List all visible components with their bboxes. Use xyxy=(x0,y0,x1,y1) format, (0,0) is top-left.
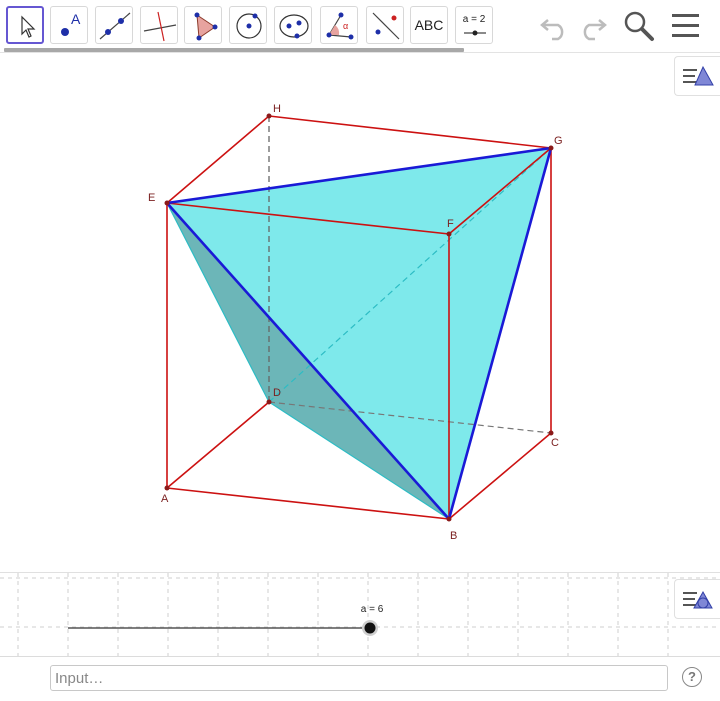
label-D: D xyxy=(273,387,281,399)
point-icon xyxy=(61,28,69,36)
polygon-icon xyxy=(194,12,218,41)
2d-style-bar-toggle[interactable] xyxy=(674,579,720,619)
text-tool-label: ABC xyxy=(414,17,444,33)
point-G[interactable] xyxy=(548,145,554,151)
angle-icon xyxy=(326,12,354,40)
point-B[interactable] xyxy=(446,516,452,522)
label-H: H xyxy=(273,103,281,115)
menu-icon[interactable] xyxy=(670,11,702,41)
point-F[interactable] xyxy=(446,231,452,237)
move-tool-button[interactable] xyxy=(6,6,44,44)
point-tool-label: A xyxy=(71,11,81,27)
point-E[interactable] xyxy=(164,200,170,206)
label-B: B xyxy=(450,530,457,542)
undo-icon[interactable] xyxy=(538,8,572,42)
ellipse-tool-button[interactable] xyxy=(274,6,312,44)
angle-tool-button[interactable]: α xyxy=(320,6,358,44)
edge-AB xyxy=(166,487,450,520)
input-bar xyxy=(0,656,720,701)
graphics-2d-view[interactable]: a = 6 xyxy=(0,572,720,657)
2d-canvas[interactable]: a = 6 xyxy=(0,573,720,657)
search-icon[interactable] xyxy=(622,9,656,43)
reflect-tool-button[interactable] xyxy=(366,6,404,44)
style-bar-3d-icon xyxy=(683,65,714,86)
line-icon xyxy=(99,12,131,40)
line-tool-button[interactable] xyxy=(95,6,133,44)
point-tool-button[interactable]: A xyxy=(50,6,88,44)
label-G: G xyxy=(554,135,563,147)
perpendicular-line-tool-button[interactable] xyxy=(140,6,178,44)
style-bar-2d-icon xyxy=(683,590,713,609)
edge-AD xyxy=(166,401,270,489)
ellipse-icon xyxy=(279,14,309,39)
perpendicular-line-icon xyxy=(143,11,177,42)
polygon-tool-button[interactable] xyxy=(184,6,222,44)
help-button[interactable]: ? xyxy=(682,667,702,687)
label-F: F xyxy=(447,218,454,230)
label-C: C xyxy=(551,437,559,449)
point-D[interactable] xyxy=(266,399,272,405)
cursor-arrow-icon xyxy=(21,15,36,38)
slider-tool-button[interactable]: a = 2 xyxy=(455,6,493,44)
3d-canvas[interactable]: A B C D E F G H xyxy=(0,53,720,571)
text-tool-button[interactable]: ABC xyxy=(410,6,448,44)
3d-style-bar-toggle[interactable] xyxy=(674,56,720,96)
point-C[interactable] xyxy=(548,430,554,436)
point-A[interactable] xyxy=(164,485,170,491)
toolbar: A α ABC a = 2 xyxy=(0,0,720,52)
edge-HG xyxy=(268,115,552,149)
point-H[interactable] xyxy=(266,113,272,119)
graphics-3d-view[interactable]: A B C D E F G H xyxy=(0,53,720,571)
reflect-icon xyxy=(372,12,400,40)
algebra-input[interactable] xyxy=(50,665,668,691)
angle-tool-label: α xyxy=(343,21,349,31)
slider-label: a = 6 xyxy=(361,604,384,615)
label-E: E xyxy=(148,192,155,204)
label-A: A xyxy=(161,493,169,505)
slider-icon xyxy=(464,30,486,36)
redo-icon[interactable] xyxy=(575,8,609,42)
circle-tool-button[interactable] xyxy=(229,6,267,44)
circle-icon xyxy=(236,13,262,39)
face-EGB xyxy=(167,148,551,519)
